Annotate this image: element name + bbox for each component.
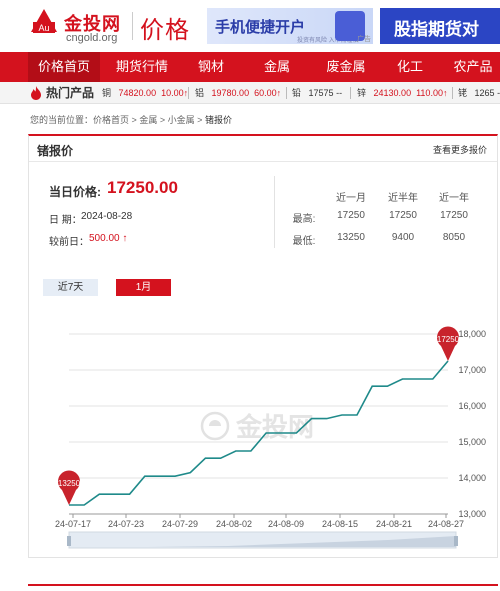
ad-banner-mobile-account[interactable]: 手机便捷开户 投资有风险 入市需谨慎 广告 bbox=[207, 8, 373, 44]
zoom-slider[interactable] bbox=[67, 531, 458, 549]
nav-item-price-home[interactable]: 价格首页 bbox=[28, 52, 100, 82]
hot-separator bbox=[452, 87, 453, 99]
stats-high-month: 17250 bbox=[337, 210, 365, 221]
y-tick-label: 13,000 bbox=[458, 509, 486, 519]
date-value: 2024-08-28 bbox=[81, 211, 133, 222]
y-tick-label: 18,000 bbox=[458, 329, 486, 339]
breadcrumb-separator: > bbox=[197, 115, 203, 125]
marker-label: 13250 bbox=[58, 479, 81, 488]
hot-item[interactable]: 铑 1265 -- bbox=[458, 82, 500, 103]
stats-low-half-year: 9400 bbox=[391, 232, 415, 243]
flame-icon bbox=[31, 86, 41, 100]
y-tick-label: 16,000 bbox=[458, 401, 486, 411]
logo-domain: cngold.org bbox=[66, 32, 118, 44]
breadcrumb-prefix: 您的当前位置： bbox=[30, 115, 94, 125]
x-tick-label: 24-08-15 bbox=[322, 519, 358, 529]
stats-low-label: 最低: bbox=[292, 236, 316, 247]
change-value: 500.00 ↑ bbox=[89, 233, 128, 244]
ad-tag: 广告 bbox=[357, 36, 371, 43]
y-tick-label: 17,000 bbox=[458, 365, 486, 375]
tab-1-month[interactable]: 1月 bbox=[116, 279, 171, 296]
stats-header-half-year: 近半年 bbox=[388, 193, 418, 204]
main-nav: 价格首页 期货行情 钢材 金属 废金属 化工 农产品 bbox=[0, 52, 500, 82]
hot-item[interactable]: 铜 74820.00 10.00↑ bbox=[102, 82, 188, 103]
stats-header-year: 近一年 bbox=[439, 193, 469, 204]
panel-header: 锗报价 查看更多报价 bbox=[29, 136, 497, 162]
x-tick-label: 24-08-21 bbox=[376, 519, 412, 529]
ad-banner-text: 股指期货对 bbox=[394, 20, 479, 39]
nav-item-metals[interactable]: 金属 bbox=[252, 52, 302, 82]
price-label: 当日价格: bbox=[49, 185, 101, 199]
nav-item-futures[interactable]: 期货行情 bbox=[108, 52, 176, 82]
hot-item[interactable]: 锌 24130.00 110.00↑ bbox=[357, 82, 447, 103]
start-value-marker: 13250 bbox=[58, 470, 81, 505]
section-divider bbox=[28, 584, 498, 586]
marker-label: 17250 bbox=[437, 335, 460, 344]
tab-7-days[interactable]: 近7天 bbox=[43, 279, 98, 296]
price-line-chart: 金投网 13,000 14,000 15,000 16,000 17,000 18,000… bbox=[55, 326, 486, 549]
zoom-handle-right[interactable] bbox=[454, 536, 458, 546]
x-tick-label: 24-08-02 bbox=[216, 519, 252, 529]
hot-item[interactable]: 铅 17575 -- bbox=[292, 82, 342, 103]
y-tick-label: 14,000 bbox=[458, 473, 486, 483]
ad-banner-text: 手机便捷开户 bbox=[215, 19, 306, 36]
breadcrumb-link[interactable]: 金属 bbox=[139, 115, 157, 125]
ad-banner-index-futures[interactable]: 股指期货对 bbox=[380, 8, 500, 44]
stats-low-year: 8050 bbox=[442, 232, 466, 243]
breadcrumb-link[interactable]: 价格首页 bbox=[93, 115, 129, 125]
more-quotes-link[interactable]: 查看更多报价 bbox=[433, 143, 487, 156]
y-tick-label: 15,000 bbox=[458, 437, 486, 447]
stats-divider bbox=[274, 176, 275, 248]
hot-separator bbox=[286, 87, 287, 99]
svg-text:Au: Au bbox=[38, 23, 49, 33]
date-label: 日 期： bbox=[49, 215, 82, 226]
x-tick-label: 24-08-27 bbox=[428, 519, 464, 529]
site-header: Au 金投网 cngold.org 价格 手机便捷开户 投资有风险 入市需谨慎 … bbox=[0, 0, 500, 52]
breadcrumb-current: 锗报价 bbox=[204, 115, 232, 125]
stats-high-year: 17250 bbox=[440, 210, 468, 221]
x-tick-label: 24-07-17 bbox=[55, 519, 91, 529]
breadcrumb: 您的当前位置：价格首页 > 金属 > 小金属 > 锗报价 bbox=[30, 113, 232, 126]
logo-mark-icon: Au bbox=[31, 9, 57, 33]
site-logo[interactable]: Au 金投网 cngold.org bbox=[30, 8, 130, 44]
x-tick-label: 24-07-29 bbox=[162, 519, 198, 529]
stats-high-label: 最高: bbox=[292, 214, 316, 225]
change-label: 较前日： bbox=[49, 237, 89, 248]
chart-watermark: 金投网 bbox=[200, 411, 314, 443]
nav-item-steel[interactable]: 钢材 bbox=[186, 52, 236, 82]
stats-high-half-year: 17250 bbox=[389, 210, 417, 221]
breadcrumb-separator: > bbox=[159, 115, 166, 125]
nav-item-chemicals[interactable]: 化工 bbox=[388, 52, 432, 82]
zoom-handle-left[interactable] bbox=[67, 536, 71, 546]
price-value: 17250.00 bbox=[107, 178, 178, 197]
breadcrumb-link[interactable]: 小金属 bbox=[168, 115, 195, 125]
hot-item[interactable]: 铝 19780.00 60.00↑ bbox=[195, 82, 281, 103]
page-category-title: 价格 bbox=[140, 17, 190, 44]
stats-low-month: 13250 bbox=[337, 232, 365, 243]
nav-item-scrap-metal[interactable]: 废金属 bbox=[318, 52, 374, 82]
end-value-marker: 17250 bbox=[437, 326, 460, 361]
hot-separator bbox=[350, 87, 351, 99]
hot-products-bar: 热门产品 铜 74820.00 10.00↑ 铝 19780.00 60.00↑… bbox=[0, 82, 500, 104]
breadcrumb-separator: > bbox=[131, 115, 137, 125]
nav-item-agriculture[interactable]: 农产品 bbox=[446, 52, 500, 82]
y-axis-labels: 13,000 14,000 15,000 16,000 17,000 18,000 bbox=[458, 329, 486, 519]
stats-header-month: 近一月 bbox=[336, 193, 366, 204]
hot-separator bbox=[188, 87, 189, 99]
x-axis-labels: 24-07-17 24-07-23 24-07-29 24-08-02 24-08-09… bbox=[55, 514, 464, 529]
x-tick-label: 24-08-09 bbox=[268, 519, 304, 529]
logo-divider bbox=[132, 12, 133, 40]
panel-title: 锗报价 bbox=[37, 144, 74, 158]
hot-products-title: 热门产品 bbox=[46, 86, 95, 100]
x-tick-label: 24-07-23 bbox=[108, 519, 144, 529]
